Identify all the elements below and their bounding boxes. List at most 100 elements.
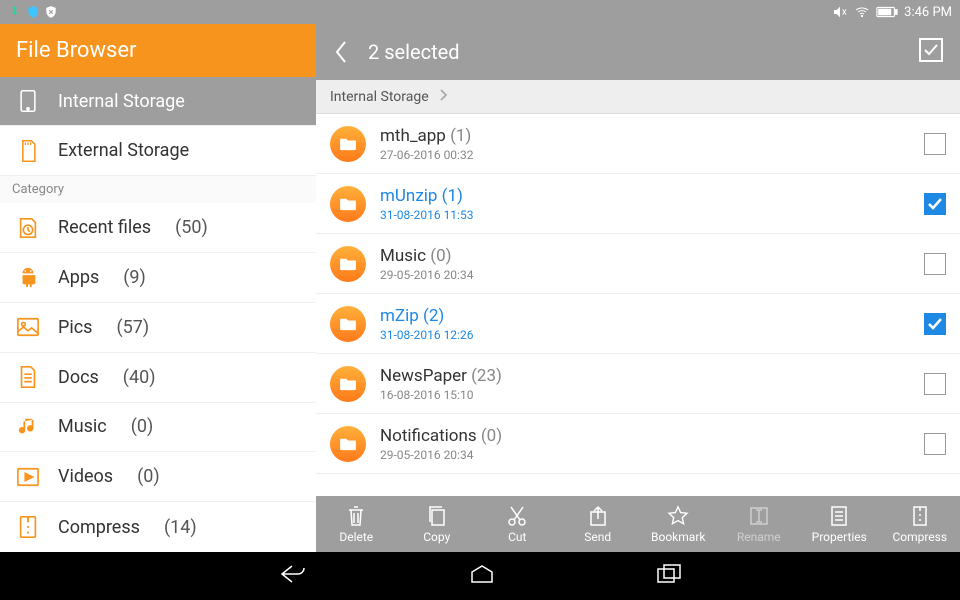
send-icon	[588, 505, 608, 527]
file-name: NewsPaper (23)	[380, 366, 910, 386]
sidebar-item-count: (14)	[164, 517, 197, 538]
file-name: Music (0)	[380, 246, 910, 266]
sidebar-item-count: (0)	[131, 416, 154, 437]
file-name: mth_app (1)	[380, 126, 910, 146]
toolbar-label: Delete	[339, 530, 373, 544]
status-bar: 3:46 PM	[0, 0, 960, 24]
sidebar-item-external-storage[interactable]: External Storage	[0, 126, 316, 176]
sdcard-icon	[16, 139, 40, 163]
app-title: File Browser	[0, 24, 316, 77]
status-time: 3:46 PM	[904, 5, 952, 20]
toolbar-label: Cut	[508, 530, 526, 544]
sidebar-item-compress[interactable]: Compress (14)	[0, 502, 316, 552]
toolbar-cut-button[interactable]: Cut	[482, 505, 552, 544]
checkbox[interactable]	[924, 253, 946, 275]
sidebar-item-pics[interactable]: Pics (57)	[0, 303, 316, 353]
nav-back-button[interactable]	[278, 563, 308, 589]
checkbox[interactable]	[924, 373, 946, 395]
folder-icon	[330, 366, 366, 402]
toolbar-copy-button[interactable]: Copy	[402, 505, 472, 544]
sidebar-item-music[interactable]: Music (0)	[0, 403, 316, 453]
file-row[interactable]: NewsPaper (23)16-08-2016 15:10	[316, 354, 960, 414]
file-row[interactable]: Music (0) 29-05-2016 20:34	[316, 234, 960, 294]
rename-icon	[749, 505, 769, 527]
wifi-icon	[854, 4, 870, 20]
file-row[interactable]: Notifications (0) 29-05-2016 20:34	[316, 414, 960, 474]
file-date: 29-05-2016 20:34	[380, 448, 910, 462]
star-icon	[667, 505, 689, 527]
checkbox[interactable]	[924, 133, 946, 155]
checkbox[interactable]	[924, 433, 946, 455]
android-nav-bar	[0, 552, 960, 600]
sidebar-item-count: (9)	[123, 267, 146, 288]
sidebar-item-count: (57)	[116, 317, 149, 338]
sidebar: File Browser Internal Storage External S…	[0, 24, 316, 552]
status-left-icons	[8, 5, 58, 19]
toolbar-label: Bookmark	[651, 530, 705, 544]
usb-icon	[8, 5, 22, 19]
file-row[interactable]: mth_app (1)27-06-2016 00:32	[316, 114, 960, 174]
chevron-right-icon	[439, 89, 447, 105]
recent-icon	[16, 216, 40, 240]
battery-icon	[876, 6, 898, 18]
sidebar-item-count: (40)	[123, 367, 156, 388]
sidebar-item-label: Recent files	[58, 217, 151, 238]
sidebar-item-apps[interactable]: Apps (9)	[0, 253, 316, 303]
folder-icon	[330, 426, 366, 462]
toolbar-send-button[interactable]: Send	[563, 505, 633, 544]
file-row[interactable]: mUnzip (1) 31-08-2016 11:53	[316, 174, 960, 234]
checkbox[interactable]	[924, 193, 946, 215]
toolbar-label: Properties	[812, 530, 867, 544]
toolbar-bookmark-button[interactable]: Bookmark	[643, 505, 713, 544]
file-info: mUnzip (1) 31-08-2016 11:53	[380, 186, 910, 222]
trash-icon	[346, 505, 366, 527]
file-info: mZip (2) 31-08-2016 12:26	[380, 306, 910, 342]
checkbox[interactable]	[924, 313, 946, 335]
breadcrumb-root[interactable]: Internal Storage	[330, 89, 429, 105]
sidebar-item-videos[interactable]: Videos (0)	[0, 452, 316, 502]
file-name: mUnzip (1)	[380, 186, 910, 206]
folder-icon	[330, 306, 366, 342]
file-info: NewsPaper (23)16-08-2016 15:10	[380, 366, 910, 402]
sidebar-item-label: Docs	[58, 367, 99, 388]
sidebar-item-docs[interactable]: Docs (40)	[0, 353, 316, 403]
cut-icon	[507, 505, 527, 527]
sidebar-item-label: External Storage	[58, 140, 189, 161]
shield-icon	[26, 5, 40, 19]
toolbar-delete-button[interactable]: Delete	[321, 505, 391, 544]
file-row[interactable]: mZip (2) 31-08-2016 12:26	[316, 294, 960, 354]
docs-icon	[16, 365, 40, 389]
file-date: 31-08-2016 12:26	[380, 328, 910, 342]
sidebar-item-internal-storage[interactable]: Internal Storage	[0, 77, 316, 127]
nav-recent-button[interactable]	[656, 564, 682, 588]
zip-icon	[912, 505, 928, 527]
file-name: mZip (2)	[380, 306, 910, 326]
zip-icon	[16, 515, 40, 539]
toolbar-label: Send	[584, 530, 611, 544]
back-button[interactable]	[332, 38, 350, 66]
shield-x-icon	[44, 5, 58, 19]
sidebar-item-label: Apps	[58, 267, 99, 288]
toolbar-rename-button: Rename	[724, 505, 794, 544]
file-date: 31-08-2016 11:53	[380, 208, 910, 222]
content-panel: 2 selected Internal Storage mth_app (1)2…	[316, 24, 960, 552]
sidebar-item-label: Music	[58, 416, 107, 437]
file-list[interactable]: mth_app (1)27-06-2016 00:32 mUnzip (1) 31-…	[316, 114, 960, 496]
toolbar-compress-button[interactable]: Compress	[885, 505, 955, 544]
sidebar-item-label: Internal Storage	[58, 91, 185, 112]
select-all-button[interactable]	[918, 37, 944, 68]
breadcrumb: Internal Storage	[316, 80, 960, 114]
folder-icon	[330, 246, 366, 282]
folder-icon	[330, 186, 366, 222]
video-icon	[16, 465, 40, 489]
category-header: Category	[0, 176, 316, 203]
status-right-icons: 3:46 PM	[832, 4, 952, 20]
file-name: Notifications (0)	[380, 426, 910, 446]
file-date: 29-05-2016 20:34	[380, 268, 910, 282]
sidebar-item-label: Videos	[58, 466, 113, 487]
nav-home-button[interactable]	[468, 564, 496, 588]
sidebar-item-count: (50)	[175, 217, 208, 238]
sidebar-item-recent[interactable]: Recent files (50)	[0, 203, 316, 253]
file-info: mth_app (1)27-06-2016 00:32	[380, 126, 910, 162]
toolbar-properties-button[interactable]: Properties	[804, 505, 874, 544]
